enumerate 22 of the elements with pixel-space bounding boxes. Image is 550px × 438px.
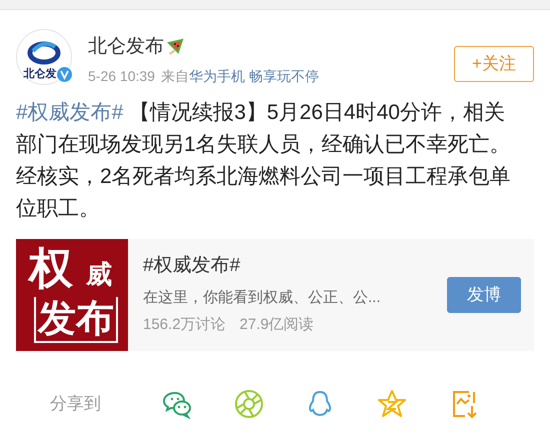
cover-text: 发布	[34, 296, 118, 342]
topic-card[interactable]: 权 威 发布 #权威发布# 在这里，你能看到权威、公正、公... 156.2万讨论 27.9亿阅读 发博	[16, 238, 534, 350]
cover-text: 权	[29, 246, 73, 290]
avatar[interactable]: 北仑发	[16, 29, 72, 85]
follow-button[interactable]: +关注	[454, 46, 534, 82]
star-icon[interactable]	[377, 388, 408, 418]
discussion-count: 156.2万讨论	[143, 315, 226, 336]
post-text: #权威发布# 【情况续报3】5月26日4时40分许，相关部门在现场发现另1名失联人员，经确认已不幸死亡。经核实，2名死者均系北海燃料公司一项目工程承包单位职工。	[16, 100, 512, 222]
watermelon-icon	[166, 37, 186, 58]
topic-title: #权威发布#	[143, 254, 242, 278]
post-button[interactable]: 发博	[447, 276, 521, 312]
aperture-icon[interactable]	[234, 388, 264, 418]
topic-description: 在这里，你能看到权威、公正、公...	[143, 288, 382, 308]
source-label: 来自	[160, 66, 189, 86]
share-label: 分享到	[50, 392, 101, 415]
avatar-caption: 北仑发	[24, 69, 56, 80]
read-count: 27.9亿阅读	[240, 315, 314, 336]
cover-text: 威	[86, 260, 112, 286]
hashtag-link[interactable]: #权威发布#	[16, 100, 124, 124]
source-link[interactable]: 华为手机 畅享玩不停	[188, 66, 319, 86]
post-time: 5-26 10:39	[88, 66, 155, 86]
author-name[interactable]: 北仑发布	[88, 33, 164, 62]
